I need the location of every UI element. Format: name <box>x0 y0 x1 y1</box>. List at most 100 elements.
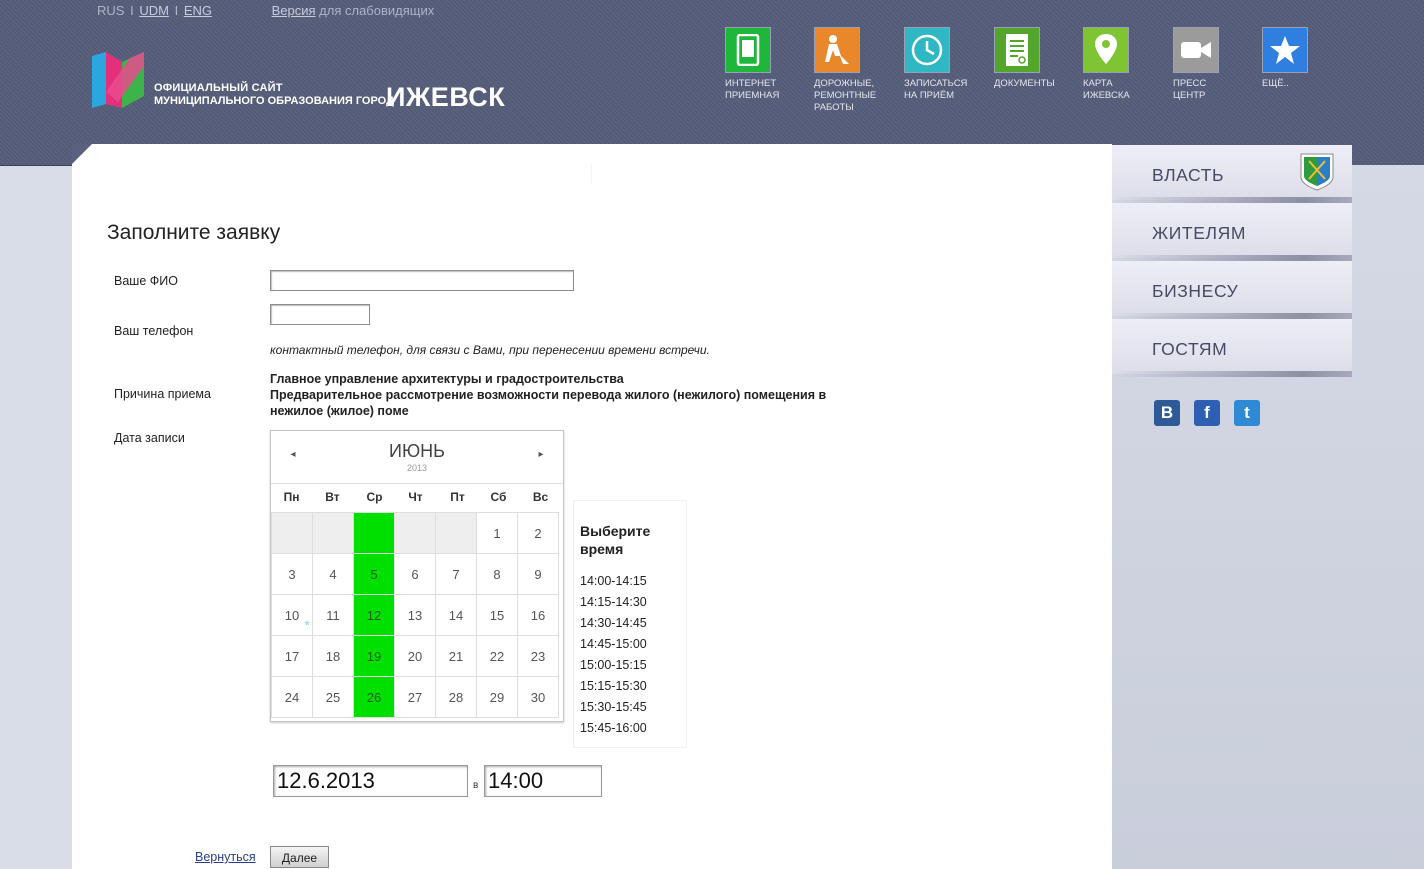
quick-link-roadworks[interactable]: ДОРОЖНЫЕ, РЕМОНТНЫЕ РАБОТЫ <box>814 27 894 114</box>
calendar-week: 17 18 19 20 21 22 23 <box>271 635 559 677</box>
time-slot[interactable]: 15:00-15:15 <box>580 658 647 672</box>
selected-date-field[interactable] <box>273 765 468 797</box>
quick-link-documents[interactable]: ДОКУМЕНТЫ <box>994 27 1074 90</box>
lang-eng[interactable]: ENG <box>184 3 212 18</box>
time-slot[interactable]: 14:00-14:15 <box>580 574 647 588</box>
calendar-day[interactable]: 30 <box>517 676 559 718</box>
calendar-day[interactable]: 28 <box>435 676 477 718</box>
quick-link-press[interactable]: ПРЕСС ЦЕНТР <box>1173 27 1253 102</box>
menu-item-guests[interactable]: ГОСТЯМ <box>1112 319 1352 374</box>
back-link[interactable]: Вернуться <box>195 850 256 864</box>
calendar-day-number: 15 <box>489 607 505 623</box>
calendar-day[interactable]: 24 <box>271 676 313 718</box>
calendar-grid: 1 2 3 4 5 6 7 8 9 10 * 11 12 13 14 15 16 17 18 19 20 21 22 23 24… <box>271 512 559 718</box>
time-slot[interactable]: 14:45-15:00 <box>580 637 647 651</box>
phone-field[interactable] <box>270 304 370 325</box>
time-slot[interactable]: 15:45-16:00 <box>580 721 647 735</box>
vk-icon[interactable]: В <box>1154 400 1180 426</box>
calendar-day-number: 25 <box>325 689 341 705</box>
calendar-day-number: 22 <box>489 648 505 664</box>
weekday-label: Сб <box>490 490 507 504</box>
lang-udm[interactable]: UDM <box>139 3 169 18</box>
calendar-day[interactable]: 5 <box>353 553 395 595</box>
calendar-day-number: 26 <box>366 689 382 705</box>
calendar-day[interactable]: 13 <box>394 594 436 636</box>
quick-label: ИНТЕРНЕТ <box>725 78 777 89</box>
calendar-day[interactable]: 4 <box>312 553 354 595</box>
quick-link-reception[interactable]: ИНТЕРНЕТ ПРИЕМНАЯ <box>725 27 805 102</box>
facebook-icon[interactable]: f <box>1194 400 1220 426</box>
calendar-day[interactable]: 3 <box>271 553 313 595</box>
calendar-day[interactable]: 27 <box>394 676 436 718</box>
main-corner <box>72 144 92 164</box>
calendar-day[interactable]: 22 <box>476 635 518 677</box>
reason-value: Главное управление архитектуры и градост… <box>270 371 870 419</box>
calendar-day[interactable]: 23 <box>517 635 559 677</box>
calendar-day-number: 14 <box>448 607 464 623</box>
time-slot[interactable]: 15:30-15:45 <box>580 700 647 714</box>
quick-label: ДОКУМЕНТЫ <box>994 78 1055 89</box>
phone-label: Ваш телефон <box>114 324 194 338</box>
menu-item-residents[interactable]: ЖИТЕЛЯМ <box>1112 203 1352 258</box>
lang-separator: I <box>174 3 179 18</box>
weekday-label: Пн <box>283 490 300 504</box>
lang-rus[interactable]: RUS <box>97 3 124 18</box>
calendar-day[interactable]: 19 <box>353 635 395 677</box>
calendar-day-number: 18 <box>325 648 341 664</box>
calendar-day[interactable]: 25 <box>312 676 354 718</box>
site-logo[interactable]: ОФИЦИАЛЬНЫЙ САЙТ МУНИЦИПАЛЬНОГО ОБРАЗОВА… <box>92 52 505 112</box>
calendar-day-number: 16 <box>530 607 546 623</box>
accessibility-version-link[interactable]: Версия <box>272 3 316 18</box>
calendar-month: ИЮНЬ <box>389 441 445 461</box>
calendar-empty-day <box>353 512 395 554</box>
selected-time-field[interactable] <box>484 765 602 797</box>
calendar-day[interactable]: 11 <box>312 594 354 636</box>
calendar-empty-day <box>394 512 436 554</box>
calendar-day[interactable]: 16 <box>517 594 559 636</box>
lang-separator: I <box>130 3 134 18</box>
fio-field[interactable] <box>270 270 574 291</box>
calendar-day[interactable]: 20 <box>394 635 436 677</box>
calendar-day[interactable]: 14 <box>435 594 477 636</box>
calendar-day-number: 2 <box>534 525 542 541</box>
calendar-day-number: 5 <box>370 566 378 582</box>
divider <box>591 165 592 183</box>
quick-link-more[interactable]: ЕЩЁ.. <box>1262 27 1342 90</box>
calendar-day[interactable]: 2 <box>517 512 559 554</box>
time-picker-header: Выберите время <box>580 523 651 557</box>
calendar-day[interactable]: 6 <box>394 553 436 595</box>
menu-divider <box>1112 371 1352 377</box>
calendar-week: 3 4 5 6 7 8 9 <box>271 553 559 595</box>
time-slot[interactable]: 14:15-14:30 <box>580 595 647 609</box>
calendar-day[interactable]: 12 <box>353 594 395 636</box>
next-month-icon[interactable]: ▸ <box>531 449 551 460</box>
calendar-day[interactable]: 29 <box>476 676 518 718</box>
calendar-day[interactable]: 18 <box>312 635 354 677</box>
calendar-week: 24 25 26 27 28 29 30 <box>271 676 559 718</box>
accessibility-version-suffix: для слабовидящих <box>319 3 435 18</box>
language-bar: RUS I UDM I ENG Версия для слабовидящих <box>97 3 434 18</box>
time-slot[interactable]: 14:30-14:45 <box>580 616 647 630</box>
calendar-empty-day <box>271 512 313 554</box>
weekday-label: Чт <box>408 490 423 504</box>
calendar-day[interactable]: 8 <box>476 553 518 595</box>
menu-item-business[interactable]: БИЗНЕСУ <box>1112 261 1352 316</box>
calendar-header: ◂ ИЮНЬ 2013 ▸ <box>271 431 563 484</box>
calendar-day[interactable]: 17 <box>271 635 313 677</box>
calendar-day[interactable]: 9 <box>517 553 559 595</box>
calendar-day[interactable]: 7 <box>435 553 477 595</box>
calendar-day[interactable]: 26 <box>353 676 395 718</box>
quick-link-appointment[interactable]: ЗАПИСАТЬСЯ НА ПРИЁМ <box>904 27 984 102</box>
calendar-day-number: 9 <box>534 566 542 582</box>
next-button[interactable]: Далее <box>270 846 329 868</box>
calendar-day[interactable]: 1 <box>476 512 518 554</box>
calendar-day[interactable]: 15 <box>476 594 518 636</box>
menu-label: БИЗНЕСУ <box>1152 281 1239 301</box>
calendar-day[interactable]: 21 <box>435 635 477 677</box>
time-slot[interactable]: 15:15-15:30 <box>580 679 647 693</box>
twitter-icon[interactable]: t <box>1234 400 1260 426</box>
quick-label: ПРЕСС <box>1173 78 1207 89</box>
calendar-day[interactable]: 10 * <box>271 594 313 636</box>
calendar-day-number: 30 <box>530 689 546 705</box>
quick-link-map[interactable]: КАРТА ИЖЕВСКА <box>1083 27 1163 102</box>
